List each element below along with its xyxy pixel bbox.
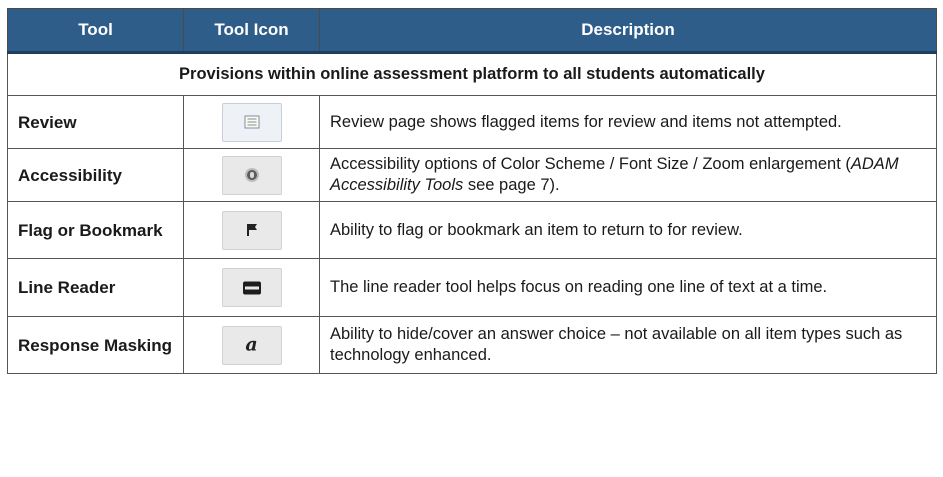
tool-name: Flag or Bookmark <box>7 201 184 259</box>
table-row: Flag or Bookmark Ability to flag or book… <box>7 201 937 259</box>
tool-icon-cell <box>183 258 320 317</box>
tool-name: Line Reader <box>7 258 184 317</box>
tool-icon-cell: a <box>183 316 320 374</box>
table-row: Review Review page shows flagged items f… <box>7 95 937 149</box>
header-tool-icon: Tool Icon <box>183 8 320 54</box>
tool-name: Accessibility <box>7 148 184 202</box>
tool-description: Ability to flag or bookmark an item to r… <box>319 201 937 259</box>
tool-description: Review page shows flagged items for revi… <box>319 95 937 149</box>
line-reader-icon <box>221 268 282 307</box>
tool-description: Accessibility options of Color Scheme / … <box>319 148 937 202</box>
tool-description: Ability to hide/cover an answer choice –… <box>319 316 937 374</box>
response-masking-icon: a <box>221 325 282 365</box>
tools-table-container: Tool Tool Icon Description Provisions wi… <box>7 8 937 374</box>
tool-description: The line reader tool helps focus on read… <box>319 258 937 317</box>
table-row: Response Masking a Ability to hide/cover… <box>7 316 937 374</box>
table-row: Accessibility Accessibility options of C… <box>7 148 937 202</box>
section-row: Provisions within online assessment plat… <box>7 52 937 96</box>
section-title: Provisions within online assessment plat… <box>7 52 937 96</box>
tool-name: Response Masking <box>7 316 184 374</box>
review-icon <box>221 102 282 142</box>
table-row: Line Reader The line reader tool helps f… <box>7 258 937 317</box>
tools-table: Tool Tool Icon Description Provisions wi… <box>7 8 937 374</box>
tool-name: Review <box>7 95 184 149</box>
tool-icon-cell <box>183 95 320 149</box>
tool-icon-cell <box>183 201 320 259</box>
accessibility-icon <box>221 155 282 195</box>
header-description: Description <box>319 8 937 54</box>
header-row: Tool Tool Icon Description <box>7 8 937 54</box>
flag-icon <box>221 210 282 250</box>
tool-icon-cell <box>183 148 320 202</box>
header-tool: Tool <box>7 8 184 54</box>
